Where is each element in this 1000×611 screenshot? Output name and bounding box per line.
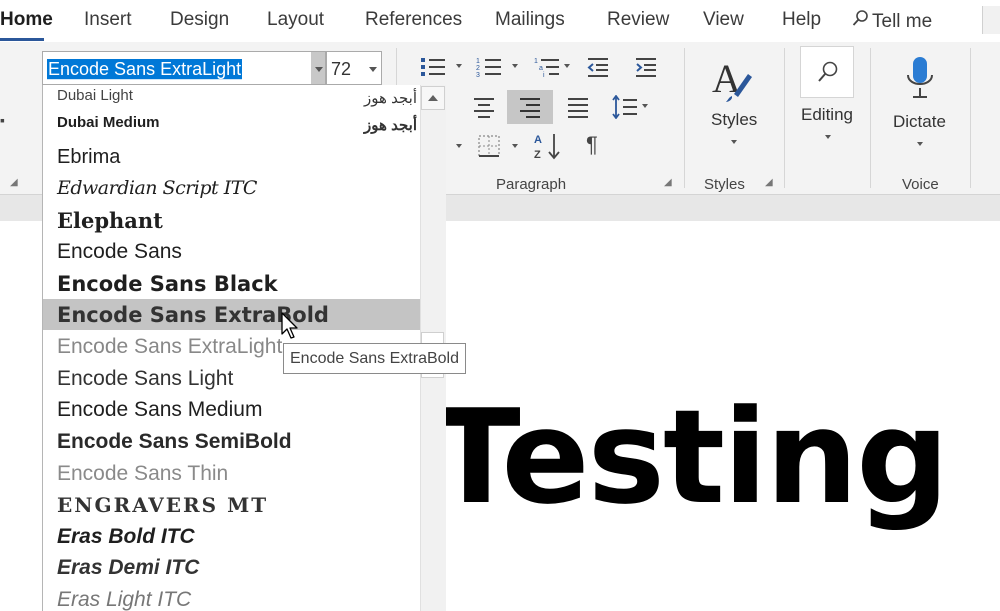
chevron-down-icon[interactable] [825,135,831,139]
tab-design[interactable]: Design [170,9,229,31]
chevron-down-icon[interactable] [512,64,518,68]
font-list-item[interactable]: Eras Bold ITC [43,521,421,552]
font-list-item[interactable]: Encode Sans Thin [43,458,421,489]
font-list-item[interactable]: Encode Sans Black [43,268,421,299]
clipboard-icon: ▪ [0,112,5,128]
font-list-item[interactable]: Encode Sans SemiBold [43,426,421,457]
group-separator [870,48,871,188]
mouse-pointer-icon [281,312,299,345]
font-size-box[interactable]: 72 [326,51,382,85]
line-spacing-icon[interactable] [612,94,638,124]
tab-layout[interactable]: Layout [267,9,324,31]
font-list-item[interactable]: ENGRAVERS MT [43,489,421,520]
align-center-icon[interactable] [472,96,496,123]
editing-button-label[interactable]: Editing [801,105,853,125]
tell-me-box[interactable]: Tell me [852,9,932,33]
chevron-down-icon[interactable] [512,144,518,148]
styles-group-label: Styles [704,176,745,193]
chevron-down-icon[interactable] [917,142,923,146]
font-tooltip: Encode Sans ExtraBold [283,343,466,374]
font-list-item[interactable]: Edwardian Script ITC [43,173,421,204]
svg-text:3: 3 [476,72,480,78]
font-list-item[interactable]: Eras Demi ITC [43,552,421,583]
font-list-item[interactable]: Dubai Medium أبجد هوز [43,110,421,141]
increase-indent-icon[interactable] [634,56,658,83]
tab-view[interactable]: View [703,9,744,31]
show-formatting-marks-icon[interactable]: ¶ [586,134,598,156]
lightbulb-search-icon [852,9,872,33]
font-dialog-launcher-icon[interactable]: ◢ [10,178,20,188]
font-list-item[interactable]: Eras Light ITC [43,584,421,611]
tab-mailings[interactable]: Mailings [495,9,565,31]
sort-icon[interactable]: AZ [534,132,562,165]
multilevel-list-icon[interactable]: 1ai [534,56,560,83]
chevron-down-icon[interactable] [731,140,737,144]
borders-icon[interactable] [478,135,500,162]
justify-icon[interactable] [566,96,590,123]
paragraph-group-label: Paragraph [496,176,567,193]
chevron-down-icon[interactable] [456,64,462,68]
microphone-icon[interactable] [903,55,937,106]
font-list-item[interactable]: Encode Sans Medium [43,394,421,425]
voice-group-label: Voice [902,176,939,193]
group-separator [784,48,785,188]
align-right-icon [518,96,542,123]
group-separator [970,48,971,188]
group-separator [684,48,685,188]
font-name-selected-text[interactable]: Encode Sans ExtraLight [47,59,243,80]
ribbon-tab-bar: Home Insert Design Layout References Mai… [0,0,1000,42]
font-size-value: 72 [331,59,352,79]
svg-text:i: i [543,72,545,78]
font-list-item[interactable]: Elephant [43,204,421,235]
chevron-down-icon[interactable] [456,144,462,148]
font-name-dropdown-button[interactable] [311,51,326,85]
scroll-up-button[interactable] [421,86,445,110]
chevron-down-icon[interactable] [564,64,570,68]
chevron-down-icon[interactable] [642,104,648,108]
tell-me-label: Tell me [872,11,933,32]
font-list-item[interactable]: Encode Sans [43,236,421,267]
tab-insert[interactable]: Insert [84,9,132,31]
font-list-item-hovered[interactable]: Encode Sans ExtraBold [43,299,421,330]
svg-text:1: 1 [534,58,538,65]
numbering-icon[interactable]: 123 [476,56,502,83]
document-text[interactable]: Testing [432,392,949,522]
svg-text:A: A [534,134,542,146]
decrease-indent-icon[interactable] [586,56,610,83]
svg-text:Z: Z [534,149,541,160]
styles-button-label[interactable]: Styles [711,110,757,130]
svg-text:1: 1 [476,58,480,65]
share-button[interactable] [982,6,1000,34]
svg-text:2: 2 [476,65,480,72]
tab-review[interactable]: Review [607,9,669,31]
dictate-button-label[interactable]: Dictate [893,112,946,132]
paragraph-dialog-launcher-icon[interactable]: ◢ [664,178,674,188]
styles-icon[interactable]: A [710,56,754,109]
editing-button[interactable] [800,46,854,98]
tab-help[interactable]: Help [782,9,821,31]
bullets-icon[interactable] [420,56,446,83]
svg-text:a: a [539,65,543,72]
styles-dialog-launcher-icon[interactable]: ◢ [765,178,775,188]
chevron-down-icon[interactable] [369,67,377,72]
active-tab-indicator [0,38,44,41]
tab-references[interactable]: References [365,9,462,31]
font-name-box[interactable]: Encode Sans ExtraLight [42,51,312,85]
font-list-item[interactable]: Ebrima [43,142,421,173]
search-icon [818,61,838,82]
tab-home[interactable]: Home [0,9,53,31]
